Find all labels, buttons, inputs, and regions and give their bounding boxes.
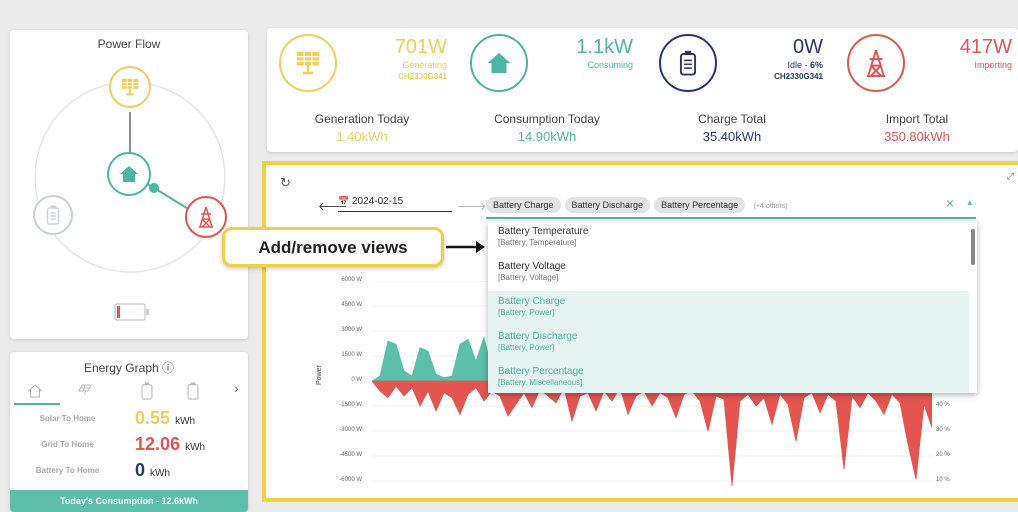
flow-home-node	[107, 152, 151, 196]
dropdown-option[interactable]: Battery Percentage [Battery, Miscellaneou…	[488, 361, 969, 393]
y-tick-label: 3000 W	[341, 327, 362, 333]
flow-solar-node	[109, 66, 151, 108]
energy-row-label: Solar To Home	[39, 414, 96, 423]
total-value: 35.40kWh	[702, 129, 762, 144]
energy-row-label: Grid To Home	[41, 440, 94, 449]
total-label: Consumption Today	[494, 112, 600, 126]
battery-icon	[46, 205, 60, 225]
total-value: 1.40kWh	[336, 129, 388, 144]
date-picker[interactable]: 📅 2024-02-15	[338, 196, 452, 212]
energy-row-unit: kWh	[185, 442, 206, 453]
dropdown-option[interactable]: Battery Charge [Battery, Power]	[488, 291, 969, 326]
dropdown-option[interactable]: Battery Discharge [Battery, Power]	[488, 326, 969, 361]
y-tick-label: -3000 W	[339, 427, 362, 433]
home-stat-circle	[470, 34, 528, 92]
views-dropdown-list: Battery Temperature [Battery, Temperature…	[488, 221, 977, 393]
energy-graph-card: Energy Graph ⓘ › Solar To Home 0.55 kWh Gr…	[10, 352, 248, 512]
home-stat-label: Consuming	[587, 60, 633, 70]
collapse-caret-icon[interactable]: ▴	[967, 197, 972, 208]
energy-graph-title: Energy Graph ⓘ	[83, 361, 175, 375]
solar-stat-serial: CH2330G341	[398, 72, 447, 81]
next-arrow-icon[interactable]: ›	[234, 380, 239, 396]
y-tick-label: 4500 W	[341, 302, 362, 308]
views-dropdown: Battery Temperature [Battery, Temperature…	[488, 221, 977, 393]
active-tab-underline	[14, 403, 60, 405]
energy-row-unit: kWh	[175, 416, 196, 427]
total-label: Charge Total	[698, 112, 766, 126]
view-tag[interactable]: Battery Discharge	[564, 197, 651, 213]
energy-row-value: 0 kWh	[135, 460, 171, 480]
y-tick-label: 6000 W	[341, 277, 362, 283]
expand-icon[interactable]: ⤢	[1007, 171, 1014, 182]
grid-stat-value: 417W	[959, 36, 1012, 58]
solar-stat-value: 701W	[394, 36, 447, 58]
clear-views-icon[interactable]: ×	[946, 195, 954, 211]
flow-battery-node	[33, 195, 73, 235]
battery-stat-status: Idle - 6%	[787, 60, 823, 70]
solar-stat-label: Generating	[402, 60, 447, 70]
home-icon	[120, 166, 138, 182]
total-value: 350.80kWh	[884, 129, 950, 144]
total-label: Generation Today	[314, 112, 410, 126]
calendar-icon: 📅	[338, 196, 350, 206]
battery-icon	[679, 50, 697, 76]
battery-level-icon	[114, 303, 149, 321]
energy-row-value: 12.06 kWh	[135, 434, 206, 454]
date-value: 2024-02-15	[352, 196, 404, 207]
grid-tower-icon	[866, 49, 886, 77]
energy-row-unit: kWh	[150, 468, 171, 479]
battery-tab-icon[interactable]	[140, 382, 154, 400]
y-tick-label: -4500 W	[339, 452, 362, 458]
view-tag[interactable]: Battery Percentage	[654, 197, 746, 213]
y-tick-label: 0 W	[351, 377, 362, 383]
energy-row-label: Battery To Home	[35, 466, 100, 475]
graph-panel: ↻ ⤢ 🡐 📅 2024-02-15 🡒 Battery Charge Batte…	[262, 161, 1018, 502]
home-icon	[487, 53, 511, 73]
y2-tick-label: 40 %	[936, 402, 950, 408]
consumption-footer: Today's Consumption - 12.6kWh	[10, 490, 248, 512]
callout-arrow	[446, 241, 485, 253]
energy-graph-tabs: ›	[14, 380, 244, 405]
home-stat-value: 1.1kW	[576, 36, 633, 58]
dropdown-scrollbar[interactable]	[971, 229, 975, 265]
solar-panel-icon	[296, 51, 320, 75]
grid-tower-icon	[199, 206, 213, 228]
y-tick-label: 1500 W	[341, 352, 362, 358]
view-tag[interactable]: Battery Charge	[486, 197, 561, 213]
battery-stat-value: 0W	[793, 36, 823, 58]
solar-panel-icon	[121, 78, 139, 96]
flow-grid-node	[185, 196, 227, 238]
y2-tick-label: 10 %	[936, 477, 950, 483]
add-remove-views-callout: Add/remove views	[222, 227, 444, 267]
solar-stat-circle	[279, 34, 337, 92]
y-tick-label: -1500 W	[339, 402, 362, 408]
home-tab-icon[interactable]	[26, 382, 44, 400]
y2-tick-label: 20 %	[936, 452, 950, 458]
grid-stat-label: Importing	[974, 60, 1012, 70]
next-date-arrow[interactable]: 🡒	[457, 199, 487, 213]
energy-row-value: 0.55 kWh	[135, 408, 196, 428]
views-select[interactable]: Battery Charge Battery Discharge Battery P…	[486, 195, 976, 219]
dropdown-option[interactable]: Battery Voltage [Battery, Voltage]	[488, 256, 969, 291]
stats-card: 701W Generating CH2330G341 1.1kW Consumi…	[267, 28, 1018, 152]
y-tick-label: -6000 W	[339, 477, 362, 483]
info-icon[interactable]: ⓘ	[162, 361, 174, 375]
refresh-icon[interactable]: ↻	[280, 175, 291, 191]
power-flow-card: Power Flow	[10, 30, 248, 339]
solar-tab-icon[interactable]	[76, 382, 94, 400]
more-views-count: (+4 others)	[753, 203, 788, 210]
battery-alt-tab-icon[interactable]	[186, 382, 200, 400]
dropdown-option[interactable]: Battery Temperature [Battery, Temperature…	[488, 221, 969, 256]
battery-stat-circle	[659, 34, 717, 92]
chart-series-area-1	[372, 380, 932, 487]
total-label: Import Total	[885, 112, 949, 126]
y2-tick-label: 30 %	[936, 427, 950, 433]
battery-stat-serial: CH2330G341	[774, 72, 823, 81]
total-value: 14.90kWh	[517, 129, 577, 144]
selected-view-tags: Battery Charge Battery Discharge Battery P…	[486, 195, 749, 213]
grid-stat-circle	[847, 34, 905, 92]
